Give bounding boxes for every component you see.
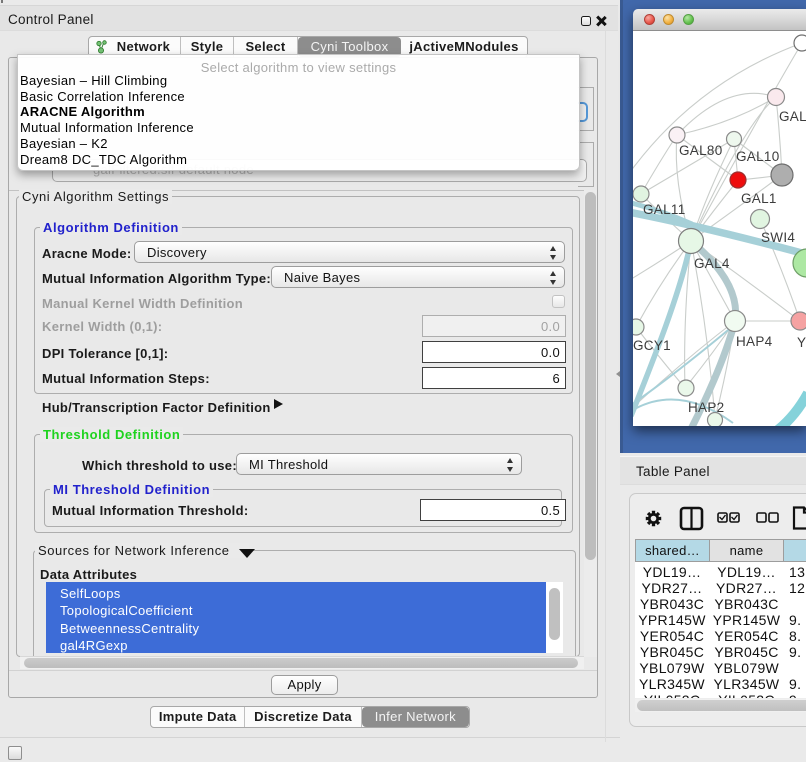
svg-text:HAP4: HAP4 <box>736 334 773 349</box>
svg-text:GAL10: GAL10 <box>736 149 780 164</box>
svg-text:YE: YE <box>797 335 806 350</box>
svg-text:GAL2: GAL2 <box>779 109 806 124</box>
svg-text:HAP2: HAP2 <box>688 400 724 415</box>
svg-text:GAL1: GAL1 <box>741 191 777 206</box>
svg-text:GCY1: GCY1 <box>633 338 671 353</box>
svg-text:SWI4: SWI4 <box>761 230 795 245</box>
svg-text:GAL4: GAL4 <box>694 256 730 271</box>
svg-text:GAL11: GAL11 <box>643 202 686 217</box>
svg-text:GAL80: GAL80 <box>679 143 723 158</box>
